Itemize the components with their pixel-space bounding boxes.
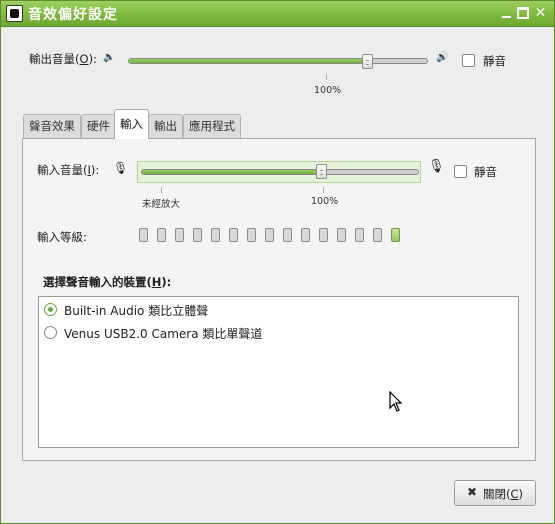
title-bar[interactable]: 音效偏好設定 ✕ [1,1,554,27]
input-unamplified-tick [161,187,162,193]
window-title: 音效偏好設定 [28,7,118,23]
level-block [247,228,256,242]
device-label-builtin[interactable]: Built-in Audio 類比立體聲 [64,302,208,319]
microphone-low-icon: 🎙 [113,161,129,175]
output-volume-handle[interactable] [362,54,373,69]
level-block [301,228,310,242]
app-icon [6,5,23,22]
level-block [139,228,148,242]
device-radio-builtin[interactable] [44,303,57,316]
mouse-cursor-icon [389,391,403,412]
level-block [283,228,292,242]
input-mute-checkbox[interactable] [454,165,467,178]
input-unamplified-label: 未經放大 [142,199,181,210]
output-percent-label: 100% [314,85,342,96]
minimize-icon[interactable] [500,7,513,20]
close-icon[interactable]: ✕ [534,6,547,20]
output-mute-checkbox[interactable] [462,54,475,67]
output-volume-slider[interactable] [128,58,428,64]
level-block [211,228,220,242]
input-level-label: 輸入等級: [37,230,87,244]
input-100-tick [323,187,324,193]
microphone-high-icon: 🎙 [428,159,445,174]
close-button-icon: ✖ [467,485,478,499]
close-button-label: 關閉(C) [483,487,524,501]
device-list[interactable]: Built-in Audio 類比立體聲 Venus USB2.0 Camera… [38,296,519,448]
level-block [391,228,400,242]
input-volume-slider[interactable] [141,169,419,175]
level-block [229,228,238,242]
level-block [319,228,328,242]
output-mute-label[interactable]: 靜音 [483,53,506,69]
speaker-low-icon: 🔈 [103,52,116,63]
level-block [265,228,274,242]
output-100-tick [326,74,327,80]
input-volume-label: 輸入音量(I): [37,163,100,177]
input-mute-label[interactable]: 靜音 [474,164,497,180]
level-block [193,228,202,242]
level-block [157,228,166,242]
output-volume-label: 輸出音量(O): [29,52,97,66]
level-block [373,228,382,242]
maximize-icon[interactable] [517,7,529,19]
level-block [355,228,364,242]
input-volume-handle[interactable] [316,164,327,179]
level-block [337,228,346,242]
level-block [175,228,184,242]
input-percent-label: 100% [311,196,339,207]
device-heading: 選擇聲音輸入的裝置(H): [43,275,172,289]
tab-hardware[interactable]: 硬件 [81,114,116,138]
device-label-usb-camera[interactable]: Venus USB2.0 Camera 類比單聲道 [64,325,262,342]
sound-preferences-window: 音效偏好設定 ✕ 輸出音量(O): 🔈 100% 🔊 靜音 聲音效果 硬件 輸入… [0,0,555,524]
output-volume-fill [129,59,369,63]
speaker-high-icon: 🔊 [436,52,449,63]
tab-applications[interactable]: 應用程式 [183,114,241,138]
device-radio-usb-camera[interactable] [44,326,57,339]
tab-sound-effects[interactable]: 聲音效果 [23,114,81,138]
tab-output[interactable]: 輸出 [148,114,183,138]
input-volume-fill [142,170,323,174]
close-button[interactable]: ✖ 關閉(C) [454,480,536,506]
tab-input[interactable]: 輸入 [114,109,149,139]
